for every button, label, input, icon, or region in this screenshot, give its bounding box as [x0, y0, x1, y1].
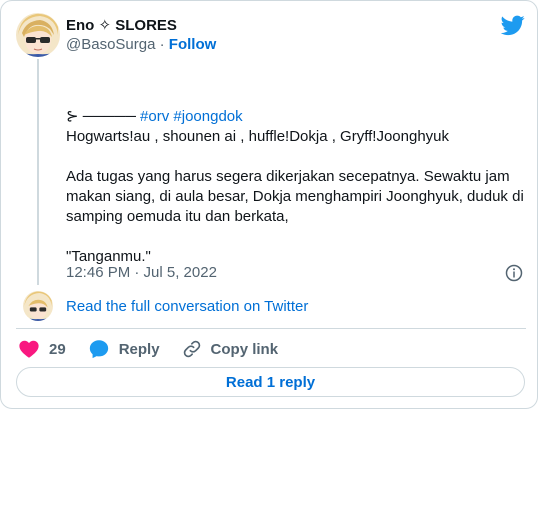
author-handle-row: @BasoSurga · Follow — [66, 35, 216, 55]
handle-separator: · — [155, 36, 169, 53]
divider — [16, 328, 526, 329]
like-button[interactable]: 29 — [18, 338, 66, 360]
tweet-actions: 29 Reply Copy link — [18, 338, 300, 360]
author-handle[interactable]: @BasoSurga — [66, 36, 155, 53]
speech-bubble-icon — [89, 340, 108, 359]
author-name[interactable]: Eno ✧ SLORES — [66, 16, 177, 36]
tweet-line-2: Hogwarts!au , shounen ai , huffle!Dokja … — [66, 128, 449, 145]
decorative-prefix: ⊱ ───── — [66, 108, 141, 125]
author-avatar-small[interactable] — [23, 291, 53, 321]
thread-line — [37, 59, 39, 285]
reply-button[interactable]: Reply — [88, 338, 160, 360]
tweet-paragraph-2: Ada tugas yang harus segera dikerjakan s… — [66, 168, 524, 225]
link-icon — [183, 340, 200, 358]
copy-link-button[interactable]: Copy link — [182, 339, 279, 359]
like-count: 29 — [49, 340, 66, 358]
hashtags[interactable]: #orv #joongdok — [140, 108, 243, 125]
heart-icon — [19, 340, 39, 358]
read-replies-button[interactable]: Read 1 reply — [16, 367, 525, 397]
tweet-timestamp[interactable]: 12:46 PM · Jul 5, 2022 — [66, 263, 217, 283]
info-icon[interactable] — [505, 264, 523, 282]
copy-link-label: Copy link — [210, 340, 279, 358]
author-avatar[interactable] — [16, 13, 60, 57]
follow-button[interactable]: Follow — [169, 36, 217, 53]
read-full-conversation-link[interactable]: Read the full conversation on Twitter — [66, 297, 308, 317]
twitter-bird-icon[interactable] — [501, 13, 525, 37]
tweet-card: Eno ✧ SLORES @BasoSurga · Follow ⊱ ─────… — [0, 0, 538, 409]
reply-label: Reply — [118, 340, 160, 358]
tweet-text: ⊱ ───── #orv #joongdok Hogwarts!au , sho… — [66, 107, 526, 267]
tweet-line-1: ⊱ ───── #orv #joongdok — [66, 107, 526, 127]
